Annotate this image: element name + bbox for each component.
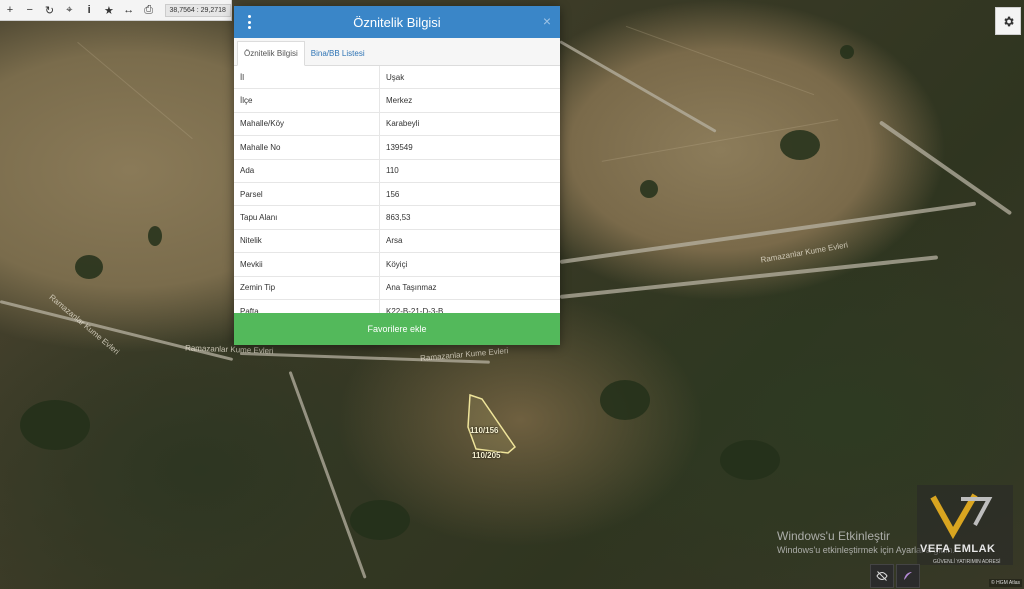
tab-building-list[interactable]: Bina/BB Listesi <box>305 42 371 65</box>
attribute-value: Köyiçi <box>379 252 560 277</box>
attribute-value: 156 <box>379 182 560 207</box>
gear-icon <box>1003 16 1014 26</box>
table-row: Mevkii Köyiçi <box>234 252 560 277</box>
attribute-key: İl <box>234 66 380 90</box>
table-row: Parsel 156 <box>234 182 560 207</box>
crosshair-icon: ⌖ <box>66 3 73 16</box>
add-to-favorites-button[interactable]: Favorilere ekle <box>234 313 560 345</box>
attribute-table: İl Uşak İlçe Merkez Mahalle/Köy Karabeyli M… <box>234 66 560 324</box>
feather-icon <box>904 572 912 580</box>
road-label: Ramazanlar Kume Evleri <box>47 292 122 357</box>
dialog-header: Öznitelik Bilgisi × <box>234 6 560 38</box>
refresh-button[interactable]: ↻ <box>40 0 60 20</box>
zoom-in-button[interactable]: + <box>0 0 20 20</box>
map-attribution: © HGM Atlas <box>989 579 1022 587</box>
attribute-key: Ada <box>234 159 380 183</box>
star-icon: ★ <box>104 4 114 17</box>
table-row: Zemin Tip Ana Taşınmaz <box>234 276 560 300</box>
road-label: Ramazanlar Kume Evleri <box>184 343 274 356</box>
brand-name: VEFA EMLAK <box>920 543 996 555</box>
attribute-value: 139549 <box>379 135 560 160</box>
favorite-button[interactable]: ★ <box>99 0 119 20</box>
table-row: Nitelik Arsa <box>234 229 560 254</box>
tab-attribute-info[interactable]: Öznitelik Bilgisi <box>237 41 305 66</box>
attribute-key: Zemin Tip <box>234 276 380 300</box>
plus-icon: + <box>6 4 14 16</box>
attribute-key: Tapu Alanı <box>234 205 380 230</box>
table-row: Mahalle No 139549 <box>234 135 560 160</box>
attribute-key: İlçe <box>234 88 380 113</box>
table-row: Ada 110 <box>234 159 560 183</box>
attribute-value: Merkez <box>379 88 560 113</box>
attribute-value: 110 <box>379 159 560 183</box>
attribute-value: Ana Taşınmaz <box>379 276 560 300</box>
coordinate-readout: 38,7564 : 29,2718 <box>164 3 231 17</box>
attribute-value: Karabeyli <box>379 112 560 137</box>
attribute-value: 863,53 <box>379 205 560 230</box>
attribute-key: Mevkii <box>234 252 380 277</box>
settings-button[interactable] <box>995 7 1021 35</box>
dialog-title: Öznitelik Bilgisi <box>353 14 441 30</box>
zoom-out-button[interactable]: − <box>20 0 40 20</box>
eye-off-icon <box>876 571 888 581</box>
info-icon: i <box>87 4 91 16</box>
attribute-key: Mahalle/Köy <box>234 112 380 137</box>
table-row: Mahalle/Köy Karabeyli <box>234 112 560 137</box>
attribute-info-dialog: Öznitelik Bilgisi × Öznitelik Bilgisi Bi… <box>234 6 560 345</box>
road-label: Ramazanlar Kume Evleri <box>759 240 849 265</box>
toggle-layer-button[interactable] <box>870 564 894 588</box>
measure-button[interactable]: ↔ <box>119 0 139 20</box>
brand-tagline: GÜVENLİ YATIRIMIN ADRESİ <box>933 559 1001 565</box>
map-toolbar: + − ↻ ⌖ i ★ ↔ ⎙ 38,7564 : 29,2718 <box>0 0 232 21</box>
table-row: İl Uşak <box>234 66 560 90</box>
vefa-logo-icon <box>930 493 993 540</box>
info-button[interactable]: i <box>79 0 99 20</box>
measure-icon: ↔ <box>123 4 135 16</box>
attribute-key: Mahalle No <box>234 135 380 160</box>
locate-button[interactable]: ⌖ <box>59 0 79 20</box>
parcel-label: 110/205 <box>472 451 501 460</box>
minus-icon: − <box>26 4 33 16</box>
table-row: İlçe Merkez <box>234 88 560 113</box>
attribute-value: Arsa <box>379 229 560 254</box>
attribute-value: Uşak <box>379 66 560 90</box>
attribute-key: Nitelik <box>234 229 380 254</box>
print-button[interactable]: ⎙ <box>139 0 159 20</box>
attribute-key: Parsel <box>234 182 380 207</box>
close-icon[interactable]: × <box>543 13 551 29</box>
print-icon: ⎙ <box>144 3 153 16</box>
table-row: Tapu Alanı 863,53 <box>234 205 560 230</box>
dialog-tabs: Öznitelik Bilgisi Bina/BB Listesi <box>234 38 560 66</box>
parcel-label: 110/156 <box>470 426 499 435</box>
refresh-icon: ↻ <box>44 4 55 17</box>
draw-button[interactable] <box>896 564 920 588</box>
kebab-menu-icon[interactable] <box>247 15 251 29</box>
